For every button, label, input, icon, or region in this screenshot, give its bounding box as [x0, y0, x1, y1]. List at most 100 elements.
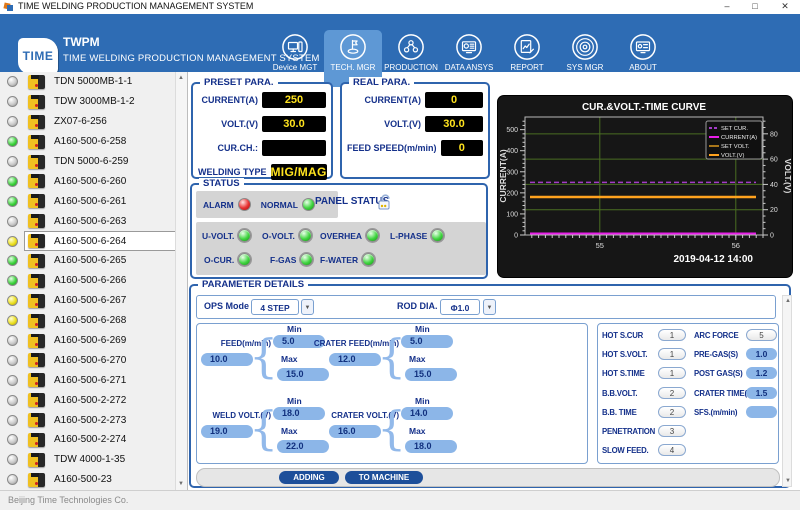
param-field-arc-force[interactable]: 5 — [746, 329, 777, 341]
min-value-field[interactable]: 14.0 — [401, 407, 453, 420]
report-icon — [513, 33, 541, 61]
device-row-body: A160-500-6-268 — [24, 311, 176, 331]
nav-item-about[interactable]: ABOUT — [614, 30, 672, 87]
device-list-item[interactable]: A160-500-6-258 — [0, 132, 176, 152]
fault-label: L-PHASE — [390, 231, 427, 241]
param-label-hot-s-time: HOT S.TIME — [602, 369, 645, 378]
max-value-field[interactable]: 18.0 — [405, 440, 457, 453]
sidebar-scrollbar[interactable]: ▲ ▼ — [175, 72, 187, 490]
max-value-field[interactable]: 15.0 — [405, 368, 457, 381]
param-field-post-gas-s[interactable]: 1.2 — [746, 367, 777, 379]
device-label: A160-500-23 — [54, 474, 112, 485]
params-scroll-up-icon[interactable]: ▲ — [783, 298, 793, 304]
device-status-led — [7, 295, 18, 306]
param-field-b-b-volt[interactable]: 2 — [658, 387, 686, 399]
device-list-item[interactable]: ZX07-6-256 — [0, 112, 176, 132]
device-list-item[interactable]: A160-500-6-265 — [0, 251, 176, 271]
device-list-item[interactable]: A160-500-6-267 — [0, 291, 176, 311]
max-value-field[interactable]: 22.0 — [277, 440, 329, 453]
about-icon — [629, 33, 657, 61]
welder-machine-icon — [28, 75, 45, 89]
nav-label: PRODUCTION — [384, 63, 438, 72]
welder-machine-icon — [28, 453, 45, 467]
max-value-field[interactable]: 15.0 — [277, 368, 329, 381]
param-row-cur-ch: CUR.CH.: — [198, 140, 326, 156]
device-list-item[interactable]: A160-500-6-269 — [0, 331, 176, 351]
close-button[interactable]: ✕ — [776, 0, 794, 13]
svg-text:60: 60 — [770, 157, 778, 164]
device-list-item[interactable]: A160-500-23 — [0, 470, 176, 490]
welder-machine-icon — [28, 95, 45, 109]
nav-label: ABOUT — [629, 63, 657, 72]
param-field-pre-gas-s[interactable]: 1.0 — [746, 348, 777, 360]
min-value-field[interactable]: 5.0 — [401, 335, 453, 348]
param-field-hot-s-time[interactable]: 1 — [658, 367, 686, 379]
device-list-item[interactable]: A160-500-6-266 — [0, 271, 176, 291]
param-field-sfs-m-min[interactable] — [746, 406, 777, 418]
device-row-body: A160-500-6-258 — [24, 132, 176, 152]
device-list-item[interactable]: TDW 4000-1-35 — [0, 450, 176, 470]
param-field-b-b-time[interactable]: 2 — [658, 406, 686, 418]
nav-item-report[interactable]: REPORT — [498, 30, 556, 87]
device-list-item[interactable]: TDN 5000MB-1-1 — [0, 72, 176, 92]
normal-led — [302, 198, 315, 211]
set-value-field[interactable]: 10.0 — [201, 353, 253, 366]
param-field-penetration[interactable]: 3 — [658, 425, 686, 437]
device-list-item[interactable]: A160-500-6-260 — [0, 171, 176, 191]
device-status-led — [7, 434, 18, 445]
set-value-field[interactable]: 19.0 — [201, 425, 253, 438]
device-list-item[interactable]: TDW 3000MB-1-2 — [0, 92, 176, 112]
device-list-item[interactable]: A160-500-2-272 — [0, 390, 176, 410]
min-value-field[interactable]: 18.0 — [273, 407, 325, 420]
device-list-item[interactable]: A160-500-6-268 — [0, 311, 176, 331]
adding-button[interactable]: ADDING — [279, 471, 339, 484]
device-list-item[interactable]: A160-500-6-264 — [0, 231, 176, 251]
scroll-up-icon[interactable]: ▲ — [176, 75, 186, 81]
param-field-slow-feed[interactable]: 4 — [658, 444, 686, 456]
params-scroll-down-icon[interactable]: ▼ — [783, 478, 793, 484]
device-row-body: A160-500-6-270 — [24, 350, 176, 370]
fault-label: U-VOLT. — [202, 231, 234, 241]
window-app-icon — [4, 2, 14, 12]
unlock-icon — [377, 193, 393, 211]
params-scrollbar[interactable]: ▲ ▼ — [782, 295, 792, 487]
param-label: VOLT.(V) — [198, 119, 262, 129]
param-label-b-b-volt: B.B.VOLT. — [602, 389, 637, 398]
param-field-hot-s-volt[interactable]: 1 — [658, 348, 686, 360]
nav-item-sys-mgr[interactable]: SYS MGR — [556, 30, 614, 87]
to-machine-button[interactable]: TO MACHINE — [345, 471, 423, 484]
device-label: A160-500-6-263 — [54, 216, 126, 227]
rod-dia-dropdown-icon[interactable]: ▼ — [483, 299, 496, 315]
device-row-body: TDW 4000-1-35 — [24, 450, 176, 470]
minimize-button[interactable]: – — [718, 0, 736, 13]
nav-item-data-ansys[interactable]: DATA ANSYS — [440, 30, 498, 87]
svg-text:SET CUR.: SET CUR. — [721, 126, 748, 132]
device-list-item[interactable]: A160-500-6-263 — [0, 211, 176, 231]
min-label: Min — [287, 324, 302, 334]
device-label: TDW 4000-1-35 — [54, 454, 125, 465]
param-field-hot-s-cur[interactable]: 1 — [658, 329, 686, 341]
svg-text:80: 80 — [770, 131, 778, 138]
preset-rows: CURRENT(A)250VOLT.(V)30.0CUR.CH.:WELDING… — [193, 92, 331, 180]
rod-dia-select[interactable]: Φ1.0 — [440, 299, 480, 315]
device-list-item[interactable]: A160-500-2-273 — [0, 410, 176, 430]
set-value-field[interactable]: 16.0 — [329, 425, 381, 438]
device-list-item[interactable]: A160-500-6-261 — [0, 191, 176, 211]
param-field-crater-time-s[interactable]: 1.5 — [746, 387, 777, 399]
alarm-led — [238, 198, 251, 211]
device-status-led — [7, 255, 18, 266]
set-value-field[interactable]: 12.0 — [329, 353, 381, 366]
scroll-down-icon[interactable]: ▼ — [176, 481, 186, 487]
device-list-item[interactable]: TDN 5000-6-259 — [0, 152, 176, 172]
svg-text:300: 300 — [506, 169, 518, 176]
sys-mgr-icon — [571, 33, 599, 61]
device-status-led — [7, 454, 18, 465]
device-list-item[interactable]: A160-500-6-271 — [0, 370, 176, 390]
fault-indicator-f-water: F-WATER — [320, 253, 375, 266]
param-value-display: 30.0 — [262, 116, 326, 132]
ops-mode-select[interactable]: 4 STEP — [251, 299, 299, 315]
maximize-button[interactable]: □ — [746, 0, 764, 13]
ops-mode-dropdown-icon[interactable]: ▼ — [301, 299, 314, 315]
device-list-item[interactable]: A160-500-6-270 — [0, 350, 176, 370]
device-list-item[interactable]: A160-500-2-274 — [0, 430, 176, 450]
